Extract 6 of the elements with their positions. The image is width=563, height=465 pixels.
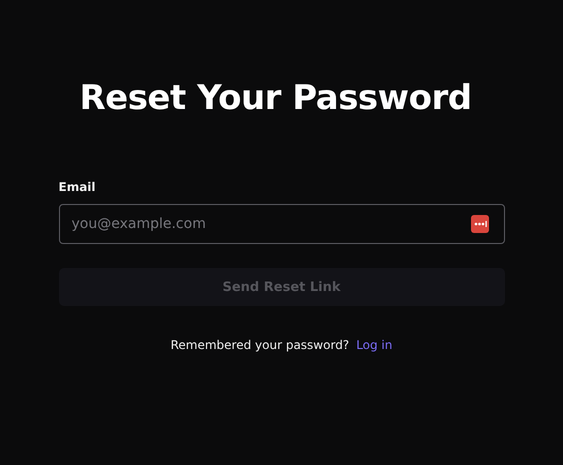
password-manager-icon[interactable] — [470, 215, 488, 233]
email-label: Email — [58, 180, 97, 194]
footer-text: Remembered your password? — [170, 338, 350, 352]
email-field[interactable]: you@example.com — [58, 204, 504, 244]
page-title: Reset Your Password — [79, 78, 472, 118]
login-link[interactable]: Log in — [356, 338, 392, 352]
